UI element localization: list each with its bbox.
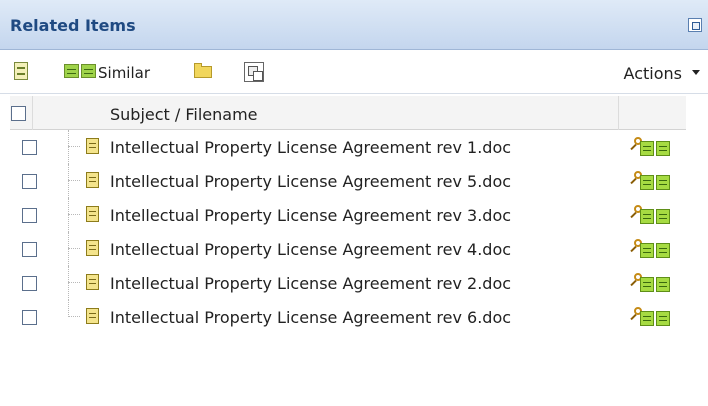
tree-connector [68,300,84,334]
row-actions [630,239,672,259]
row-checkbox[interactable] [22,242,37,257]
similar-doc-icon[interactable] [656,277,670,292]
table-header: Subject / Filename [10,96,686,130]
similar-docs-icon[interactable] [64,64,98,78]
row-actions [630,205,672,225]
related-items-panel: Related Items Similar Actions Subject / … [0,0,708,406]
row-actions [630,171,672,191]
filename-link[interactable]: Intellectual Property License Agreement … [110,206,511,225]
toolbar: Similar Actions [0,50,708,94]
table-row[interactable]: Intellectual Property License Agreement … [10,300,686,334]
folder-icon[interactable] [194,63,212,78]
row-actions [630,273,672,293]
row-checkbox[interactable] [22,310,37,325]
view-doc-icon[interactable] [640,141,654,156]
document-icon [86,308,99,324]
filename-link[interactable]: Intellectual Property License Agreement … [110,172,511,191]
column-divider [618,96,619,130]
filename-link[interactable]: Intellectual Property License Agreement … [110,138,511,157]
row-actions [630,307,672,327]
view-doc-icon[interactable] [640,175,654,190]
similar-doc-icon[interactable] [656,175,670,190]
similar-doc-icon[interactable] [656,243,670,258]
panel-title: Related Items [10,16,136,35]
view-doc-icon[interactable] [640,277,654,292]
similar-doc-icon [64,64,79,78]
select-all-cell [10,96,33,130]
panel-titlebar: Related Items [0,0,708,50]
filename-link[interactable]: Intellectual Property License Agreement … [110,308,511,327]
subject-column-header[interactable]: Subject / Filename [110,105,258,124]
actions-menu-button[interactable]: Actions [624,64,682,83]
tree-connector [68,266,84,300]
related-items-table: Subject / Filename Intellectual Property… [10,96,686,334]
tree-connector [68,130,84,164]
similar-doc-icon[interactable] [656,311,670,326]
tree-connector [68,198,84,232]
tree-connector [68,164,84,198]
document-icon [86,206,99,222]
table-row[interactable]: Intellectual Property License Agreement … [10,130,686,164]
document-icon [86,240,99,256]
select-all-checkbox[interactable] [11,106,26,121]
tree-connector [68,232,84,266]
filename-link[interactable]: Intellectual Property License Agreement … [110,274,511,293]
document-icon [86,138,99,154]
popout-icon[interactable] [688,18,702,32]
view-doc-icon[interactable] [640,209,654,224]
row-checkbox[interactable] [22,174,37,189]
table-row[interactable]: Intellectual Property License Agreement … [10,266,686,300]
list-view-icon[interactable] [14,62,28,80]
dropdown-caret-icon[interactable] [692,70,700,75]
row-checkbox[interactable] [22,276,37,291]
document-icon [86,172,99,188]
document-icon [86,274,99,290]
table-row[interactable]: Intellectual Property License Agreement … [10,164,686,198]
row-checkbox[interactable] [22,140,37,155]
filename-link[interactable]: Intellectual Property License Agreement … [110,240,511,259]
row-actions [630,137,672,157]
similar-button[interactable]: Similar [98,64,150,82]
similar-doc-icon [81,64,96,78]
similar-doc-icon[interactable] [656,209,670,224]
table-row[interactable]: Intellectual Property License Agreement … [10,198,686,232]
copy-icon[interactable] [244,62,264,82]
row-checkbox[interactable] [22,208,37,223]
view-doc-icon[interactable] [640,243,654,258]
table-row[interactable]: Intellectual Property License Agreement … [10,232,686,266]
similar-doc-icon[interactable] [656,141,670,156]
view-doc-icon[interactable] [640,311,654,326]
